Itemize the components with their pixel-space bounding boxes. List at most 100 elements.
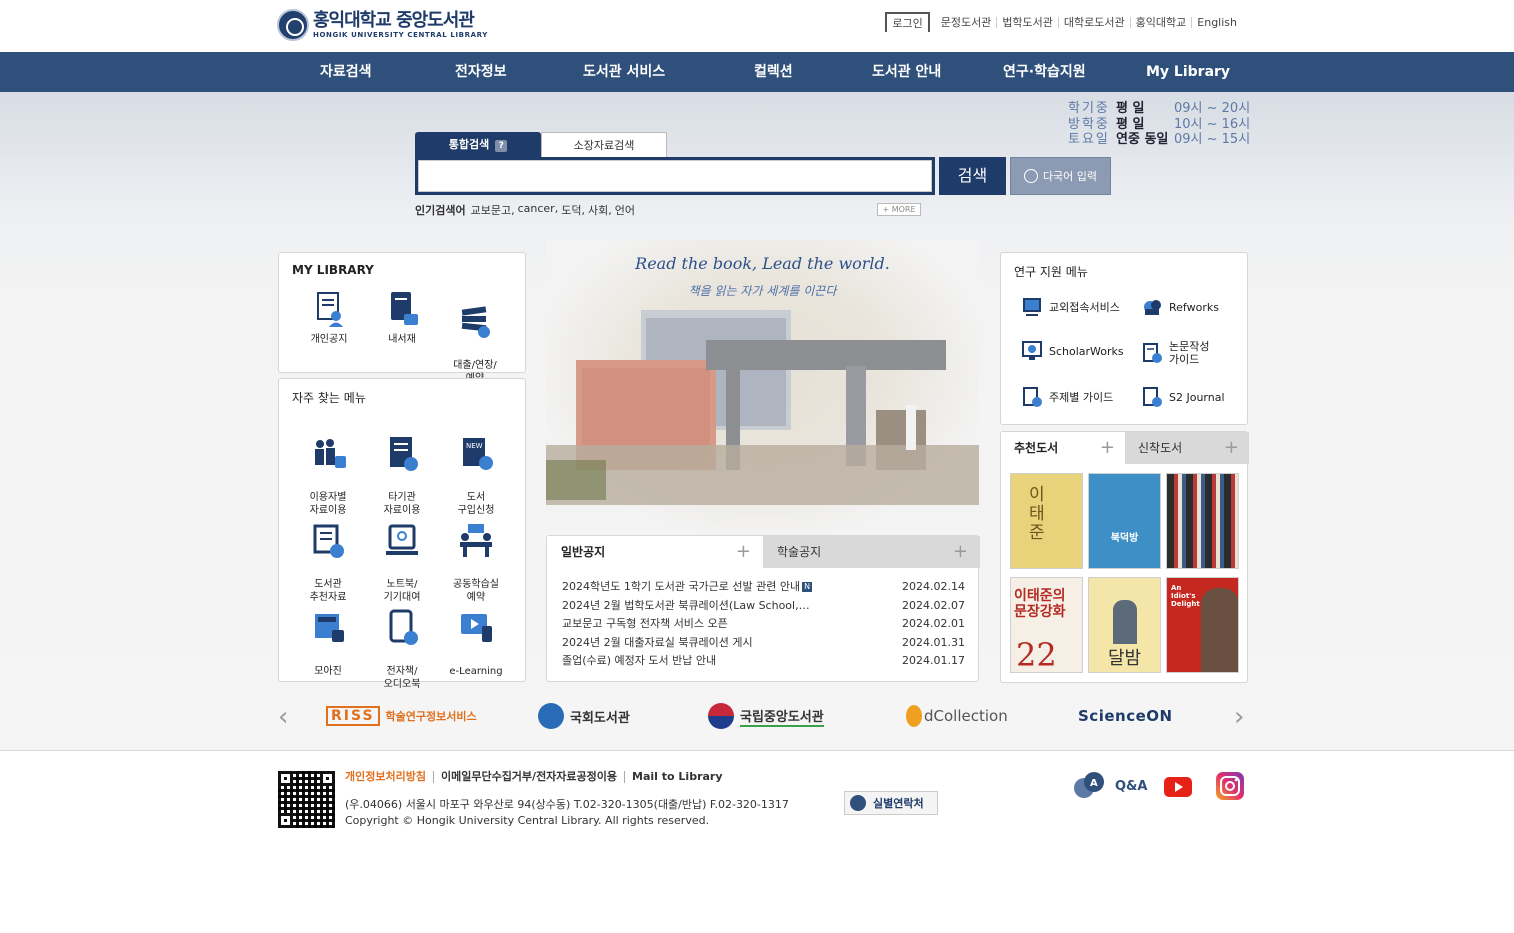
instagram-link[interactable] (1216, 772, 1244, 800)
menu-laptop-rental[interactable]: 노트북/ 기기대여 (365, 508, 439, 604)
menu-library-recommended[interactable]: 도서관 추천자료 (291, 508, 365, 604)
notice-list: 2024학년도 1학기 도서관 국가근로 선발 관련 안내 N 2024.02.14… (562, 578, 965, 671)
plus-icon[interactable]: + (1100, 432, 1115, 464)
menu-my-shelf[interactable]: 내서재 (365, 289, 439, 346)
menu-user-resources[interactable]: 이용자별 자료이용 (291, 421, 365, 517)
menu-book-purchase-request[interactable]: NEW 도서 구입신청 (439, 421, 513, 517)
util-link-daehakro[interactable]: 대학로도서관 (1057, 16, 1130, 28)
youtube-link[interactable] (1164, 777, 1192, 797)
menu-label: 논문작성 가이드 (1169, 340, 1210, 366)
plus-icon[interactable]: + (1224, 432, 1239, 464)
notice-title[interactable]: 졸업(수료) 예정자 도서 반납 안내 (562, 652, 862, 671)
more-keywords-button[interactable]: + MORE (877, 203, 921, 216)
phone-icon (850, 795, 866, 811)
riss-logo-icon: RISS (326, 706, 380, 726)
notice-title[interactable]: 교보문고 구독형 전자책 서비스 오픈 (562, 615, 862, 634)
banner-scienceon[interactable]: ScienceON (1078, 701, 1173, 731)
search-button[interactable]: 검색 (939, 157, 1006, 195)
library-logo[interactable]: 홍익대학교 중앙도서관 HONGIK UNIVERSITY CENTRAL LI… (277, 9, 488, 41)
menu-study-room-reservation[interactable]: 공동학습실 예약 (439, 508, 513, 604)
multilanguage-label: 다국어 입력 (1042, 170, 1098, 183)
mail-to-library-link[interactable]: Mail to Library (624, 771, 729, 783)
banner-national-assembly-library[interactable]: 국회도서관 (538, 701, 630, 731)
notice-title[interactable]: 2024년 2월 법학도서관 북큐레이션(Law School,… (562, 597, 862, 616)
list-item[interactable]: 2024년 2월 대출자료실 북큐레이션 게시 2024.01.31 (562, 634, 965, 653)
nav-library-guide[interactable]: 도서관 안내 (872, 52, 941, 92)
multilanguage-input-button[interactable]: 다국어 입력 (1010, 157, 1111, 195)
menu-s2-journal[interactable]: S2 Journal (1141, 386, 1225, 408)
book-cover[interactable]: 달밤 (1088, 577, 1161, 673)
plus-icon[interactable]: + (953, 536, 968, 568)
qr-code-icon (278, 771, 335, 828)
book-cover[interactable]: 이태준 (1010, 473, 1083, 569)
book-cover[interactable]: 북덕방 (1088, 473, 1161, 569)
tab-general-notice[interactable]: 일반공지 + (547, 536, 763, 568)
login-button[interactable]: 로그인 (885, 12, 930, 32)
nav-search-materials[interactable]: 자료검색 (320, 52, 372, 92)
nav-research-support[interactable]: 연구·학습지원 (1003, 52, 1086, 92)
list-item[interactable]: 교보문고 구독형 전자책 서비스 오픈 2024.02.01 (562, 615, 965, 634)
list-item[interactable]: 2024년 2월 법학도서관 북큐레이션(Law School,… 2024.02… (562, 597, 965, 616)
util-link-english[interactable]: English (1191, 16, 1242, 28)
book-cover[interactable]: An Idiot's Delight (1166, 577, 1239, 673)
list-item[interactable]: 졸업(수료) 예정자 도서 반납 안내 2024.01.17 (562, 652, 965, 671)
menu-refworks[interactable]: Refworks (1141, 296, 1219, 318)
contact-directory-button[interactable]: 실별연락처 (844, 791, 938, 815)
menu-other-institution[interactable]: 타기관 자료이용 (365, 421, 439, 517)
popular-keywords: 인기검색어 교보문고, cancer, 도덕, 사회, 언어 (415, 202, 638, 218)
plus-icon[interactable]: + (736, 536, 751, 568)
banner-riss[interactable]: RISS 학술연구정보서비스 (326, 701, 477, 731)
menu-ebook-audiobook[interactable]: 전자책/ 오디오북 (365, 595, 439, 691)
menu-remote-access[interactable]: 교외접속서비스 (1021, 296, 1120, 318)
tab-academic-notice[interactable]: 학술공지 + (763, 536, 980, 568)
popular-keyword[interactable]: cancer, (518, 202, 559, 218)
nav-library-services[interactable]: 도서관 서비스 (583, 52, 665, 92)
banner-national-library[interactable]: 국립중앙도서관 (708, 701, 824, 731)
notice-title[interactable]: 2024학년도 1학기 도서관 국가근로 선발 관련 안내 (562, 580, 800, 593)
util-link-munjeong[interactable]: 문정도서관 (936, 17, 997, 28)
list-item[interactable]: 2024학년도 1학기 도서관 국가근로 선발 관련 안내 N 2024.02.14 (562, 578, 965, 597)
frequent-menu-title: 자주 찾는 메뉴 (292, 391, 366, 405)
video-player-icon (461, 614, 492, 642)
banner-dcollection[interactable]: dCollection (906, 701, 1008, 731)
tab-recommended-books[interactable]: 추천도서 + (1001, 432, 1125, 464)
menu-scholarworks[interactable]: ScholarWorks (1021, 340, 1124, 362)
nav-collection[interactable]: 컬렉션 (754, 52, 793, 92)
popular-keyword[interactable]: 언어 (615, 202, 635, 218)
book-cover[interactable] (1166, 473, 1239, 569)
banner-prev-arrow-icon[interactable]: ‹ (278, 702, 288, 732)
journal-icon (1143, 387, 1162, 407)
util-link-law[interactable]: 법학도서관 (996, 16, 1058, 28)
cloud-user-icon (1144, 300, 1161, 315)
popular-keyword[interactable]: 도덕, (561, 202, 585, 218)
email-policy-link[interactable]: 이메일무단수집거부/전자자료공정이용 (432, 771, 624, 783)
menu-e-learning[interactable]: e-Learning (439, 595, 513, 678)
search-input[interactable] (418, 160, 932, 192)
banner-next-arrow-icon[interactable]: › (1234, 702, 1244, 732)
notice-title[interactable]: 2024년 2월 대출자료실 북큐레이션 게시 (562, 634, 862, 653)
privacy-policy-link[interactable]: 개인정보처리방침 (345, 771, 433, 783)
instagram-icon (1216, 772, 1244, 800)
menu-subject-guide[interactable]: 주제별 가이드 (1021, 386, 1113, 408)
nav-my-library[interactable]: My Library (1146, 52, 1230, 92)
portrait-figure (1113, 600, 1137, 644)
tab-new-books[interactable]: 신착도서 + (1125, 432, 1249, 464)
menu-thesis-guide[interactable]: 논문작성 가이드 (1141, 340, 1209, 366)
book-volume: 22 (1016, 636, 1057, 673)
university-seal-icon (277, 9, 309, 41)
popular-keyword[interactable]: 교보문고, (471, 202, 515, 218)
menu-personal-notice[interactable]: 개인공지 (292, 289, 366, 346)
tab-integrated-search[interactable]: 통합검색? (415, 132, 541, 157)
nav-e-resources[interactable]: 전자정보 (455, 52, 507, 92)
banner-label: 국립중앙도서관 (740, 706, 824, 727)
menu-loan-renew-reserve[interactable]: 대출/연장/ 예약 (438, 289, 512, 385)
tab-holdings-search[interactable]: 소장자료검색 (541, 132, 667, 157)
svg-text:NEW: NEW (466, 442, 483, 450)
help-icon[interactable]: ? (495, 140, 508, 152)
book-cover[interactable]: 이태준의 문장강화 22 (1010, 577, 1083, 673)
popular-keyword[interactable]: 사회, (588, 202, 612, 218)
util-link-university[interactable]: 홍익대학교 (1129, 16, 1192, 28)
book-stack-icon (461, 306, 490, 338)
qna-link[interactable]: A Q&A (1073, 771, 1147, 801)
menu-moajin[interactable]: 모아진 (291, 595, 365, 678)
